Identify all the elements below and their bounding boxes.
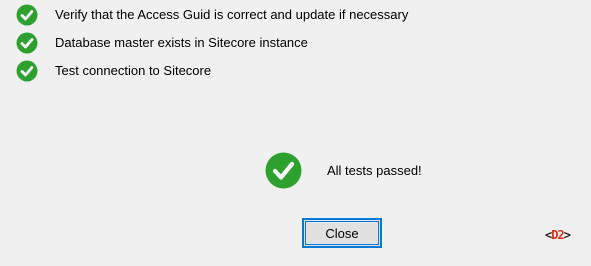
check-item-label: Test connection to Sitecore [55,63,212,78]
check-item-database-master: Database master exists in Sitecore insta… [16,32,408,54]
check-item-access-guid: Verify that the Access Guid is correct a… [16,4,408,26]
check-circle-icon [16,60,38,82]
close-button-label: Close [305,221,379,245]
result-summary: All tests passed! [265,152,422,189]
brand-logo-right: > [563,228,571,242]
check-item-label: Verify that the Access Guid is correct a… [55,7,409,22]
result-message: All tests passed! [327,163,422,178]
check-circle-icon [16,4,38,26]
close-button[interactable]: Close [302,218,382,248]
check-item-label: Database master exists in Sitecore insta… [55,35,308,50]
brand-logo-mark: D2 [551,228,564,242]
brand-logo: <D2> [545,228,571,242]
test-check-list: Verify that the Access Guid is correct a… [16,4,408,88]
check-circle-icon [265,152,302,189]
check-item-test-connection: Test connection to Sitecore [16,60,408,82]
check-circle-icon [16,32,38,54]
